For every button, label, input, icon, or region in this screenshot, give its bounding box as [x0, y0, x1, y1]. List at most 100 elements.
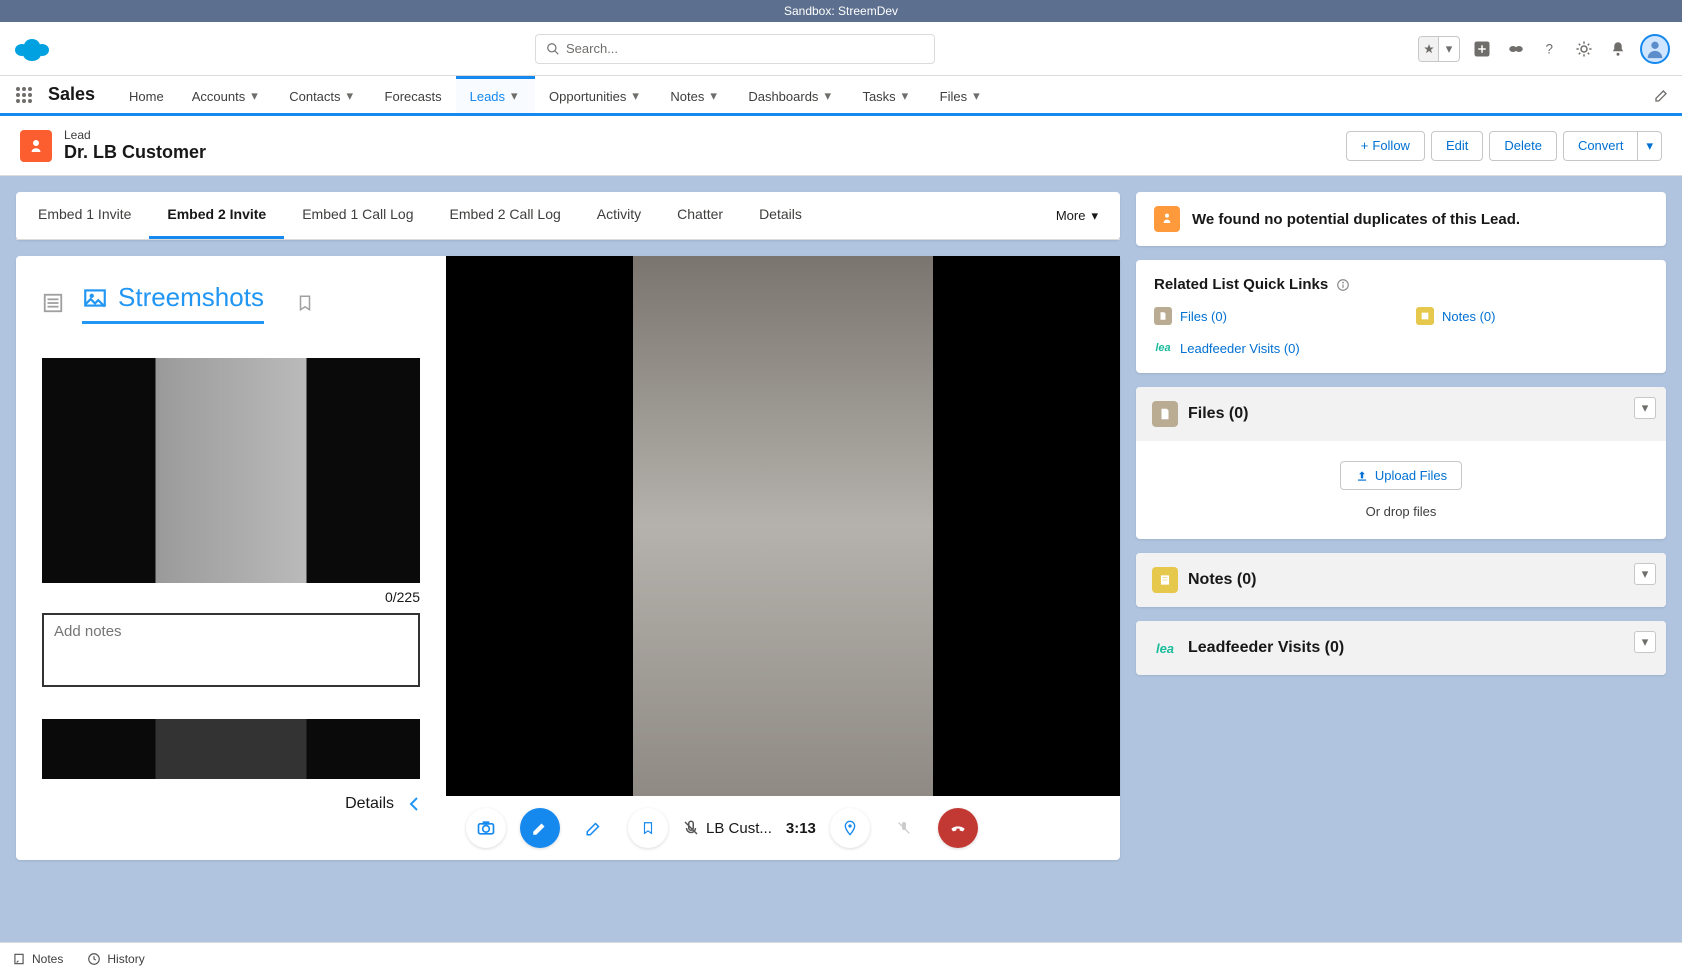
nav-notes[interactable]: Notes▾: [656, 76, 734, 113]
global-header: Search... ▾ ?: [0, 22, 1682, 76]
more-actions-button[interactable]: ▾: [1638, 131, 1662, 161]
info-icon[interactable]: [1336, 278, 1350, 292]
clock-icon: [87, 952, 101, 966]
upload-files-button[interactable]: Upload Files: [1340, 461, 1462, 490]
app-launcher-icon[interactable]: [12, 83, 36, 107]
bell-icon[interactable]: [1606, 37, 1630, 61]
duplicates-card: We found no potential duplicates of this…: [1136, 192, 1666, 246]
tab-embed1-calllog[interactable]: Embed 1 Call Log: [284, 192, 431, 239]
edit-nav-icon[interactable]: [1654, 87, 1670, 103]
screenshot-thumbnail-2[interactable]: [42, 719, 420, 779]
tab-embed2-invite[interactable]: Embed 2 Invite: [149, 192, 284, 239]
tab-activity[interactable]: Activity: [579, 192, 659, 239]
chevron-down-icon[interactable]: ▾: [511, 88, 521, 104]
chevron-down-icon[interactable]: ▾: [1634, 631, 1656, 653]
call-duration: 3:13: [786, 820, 816, 837]
util-notes[interactable]: Notes: [12, 952, 63, 966]
leadfeeder-section: lea Leadfeeder Visits (0) ▾: [1136, 621, 1666, 675]
location-pin-icon[interactable]: [830, 808, 870, 848]
chevron-down-icon[interactable]: ▾: [1634, 397, 1656, 419]
question-icon[interactable]: ?: [1538, 37, 1562, 61]
record-header: Lead Dr. LB Customer +Follow Edit Delete…: [0, 116, 1682, 176]
list-view-icon[interactable]: [42, 292, 64, 314]
nav-forecasts[interactable]: Forecasts: [371, 76, 456, 113]
nav-files[interactable]: Files▾: [926, 76, 997, 113]
mic-muted-icon: [682, 819, 700, 837]
tab-details[interactable]: Details: [741, 192, 820, 239]
chevron-down-icon[interactable]: ▾: [710, 88, 720, 104]
streem-panel: Streemshots 0/225 Details: [16, 256, 1120, 860]
leadfeeder-section-icon: lea: [1152, 635, 1178, 661]
char-counter: 0/225: [16, 589, 420, 605]
record-type: Lead: [64, 128, 206, 142]
ql-files[interactable]: Files (0): [1154, 307, 1386, 325]
mic-disabled-icon[interactable]: [884, 808, 924, 848]
duplicate-icon: [1154, 206, 1180, 232]
nav-accounts[interactable]: Accounts▾: [178, 76, 275, 113]
leadfeeder-badge-icon: lea: [1154, 339, 1172, 357]
files-section-icon: [1152, 401, 1178, 427]
nav-dashboards[interactable]: Dashboards▾: [734, 76, 848, 113]
tab-chatter[interactable]: Chatter: [659, 192, 741, 239]
chevron-down-icon[interactable]: ▾: [632, 88, 642, 104]
chevron-down-icon[interactable]: ▾: [251, 88, 261, 104]
follow-button[interactable]: +Follow: [1346, 131, 1425, 161]
favorites-split-button[interactable]: ▾: [1418, 36, 1460, 62]
notes-input[interactable]: [42, 613, 420, 687]
notes-section: Notes (0) ▾: [1136, 553, 1666, 607]
details-link[interactable]: Details: [345, 795, 394, 813]
gear-icon[interactable]: [1572, 37, 1596, 61]
global-search-input[interactable]: Search...: [535, 34, 935, 64]
files-section: Files (0) ▾ Upload Files Or drop files: [1136, 387, 1666, 539]
ql-notes[interactable]: Notes (0): [1416, 307, 1648, 325]
video-stream: [446, 256, 1120, 796]
sandbox-banner: Sandbox: StreemDev: [0, 0, 1682, 22]
tab-embed2-calllog[interactable]: Embed 2 Call Log: [432, 192, 579, 239]
notes-badge-icon: [1416, 307, 1434, 325]
utility-bar: Notes History: [0, 942, 1682, 974]
chevron-down-icon[interactable]: ▾: [1634, 563, 1656, 585]
notes-section-icon: [1152, 567, 1178, 593]
user-avatar[interactable]: [1640, 34, 1670, 64]
salesforce-help-icon[interactable]: [1504, 37, 1528, 61]
edit-button[interactable]: Edit: [1431, 131, 1483, 161]
streemshots-title: Streemshots: [118, 282, 264, 313]
nav-bar: Sales Home Accounts▾ Contacts▾ Forecasts…: [0, 76, 1682, 116]
add-icon[interactable]: [1470, 37, 1494, 61]
camera-icon[interactable]: [466, 808, 506, 848]
chevron-down-icon[interactable]: ▾: [1439, 37, 1459, 61]
note-icon: [12, 952, 26, 966]
call-toolbar: LB Cust... 3:13: [446, 796, 1120, 860]
quick-links-title: Related List Quick Links: [1154, 276, 1648, 293]
chevron-down-icon[interactable]: ▾: [973, 88, 983, 104]
hangup-icon[interactable]: [938, 808, 978, 848]
pen-draw-icon[interactable]: [520, 808, 560, 848]
leadfeeder-section-title: Leadfeeder Visits (0): [1188, 639, 1344, 657]
salesforce-logo-icon: [12, 35, 52, 63]
util-history[interactable]: History: [87, 952, 144, 966]
duplicates-message: We found no potential duplicates of this…: [1192, 211, 1520, 228]
image-icon: [82, 285, 108, 311]
nav-tasks[interactable]: Tasks▾: [848, 76, 925, 113]
nav-contacts[interactable]: Contacts▾: [275, 76, 370, 113]
tab-more[interactable]: More▾: [1038, 194, 1116, 238]
tab-embed1-invite[interactable]: Embed 1 Invite: [20, 192, 149, 239]
screenshot-thumbnail[interactable]: [42, 358, 420, 583]
nav-leads[interactable]: Leads▾: [456, 76, 535, 113]
convert-button[interactable]: Convert: [1563, 131, 1639, 161]
search-icon: [546, 42, 560, 56]
delete-button[interactable]: Delete: [1489, 131, 1557, 161]
chevron-left-icon[interactable]: [408, 796, 420, 812]
chevron-down-icon[interactable]: ▾: [902, 88, 912, 104]
bookmark-icon[interactable]: [296, 292, 314, 314]
nav-opportunities[interactable]: Opportunities▾: [535, 76, 656, 113]
lead-icon: [20, 130, 52, 162]
chevron-down-icon[interactable]: ▾: [824, 88, 834, 104]
nav-home[interactable]: Home: [115, 76, 178, 113]
chevron-down-icon[interactable]: ▾: [347, 88, 357, 104]
files-section-title: Files (0): [1188, 405, 1248, 423]
highlighter-icon[interactable]: [574, 808, 614, 848]
bookmark-tool-icon[interactable]: [628, 808, 668, 848]
star-icon[interactable]: [1419, 37, 1439, 61]
ql-leadfeeder[interactable]: lea Leadfeeder Visits (0): [1154, 339, 1386, 357]
